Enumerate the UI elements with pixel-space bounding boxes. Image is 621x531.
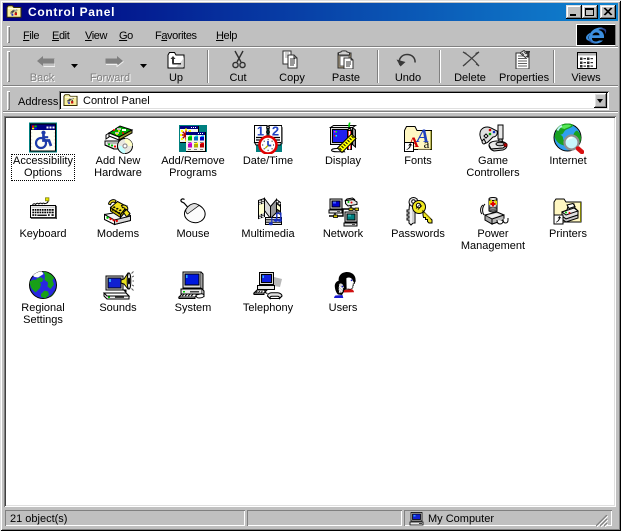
- svg-text:a: a: [424, 136, 430, 151]
- svg-text:2: 2: [272, 124, 279, 139]
- svg-text:1: 1: [257, 124, 264, 139]
